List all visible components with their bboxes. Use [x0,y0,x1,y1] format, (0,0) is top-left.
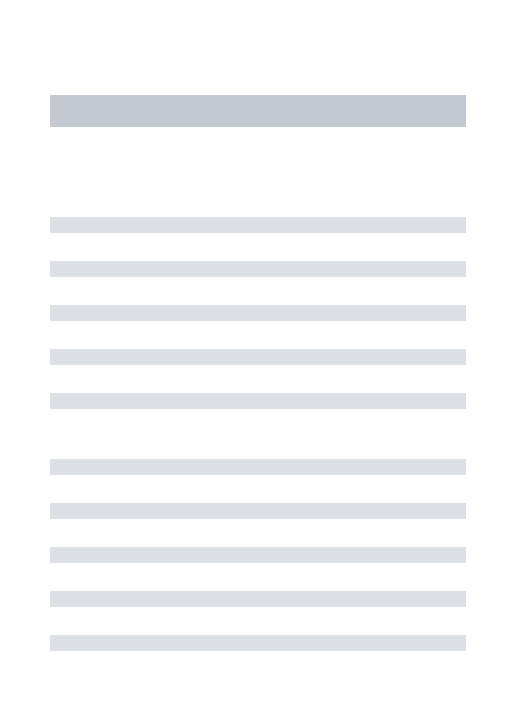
text-line-placeholder [50,349,466,365]
paragraph-block [50,217,466,409]
paragraph-block [50,459,466,651]
text-line-placeholder [50,217,466,233]
text-line-placeholder [50,261,466,277]
text-line-placeholder [50,393,466,409]
text-line-placeholder [50,591,466,607]
text-line-placeholder [50,547,466,563]
text-line-placeholder [50,459,466,475]
text-line-placeholder [50,305,466,321]
text-line-placeholder [50,503,466,519]
text-line-placeholder [50,635,466,651]
title-placeholder [50,95,466,127]
